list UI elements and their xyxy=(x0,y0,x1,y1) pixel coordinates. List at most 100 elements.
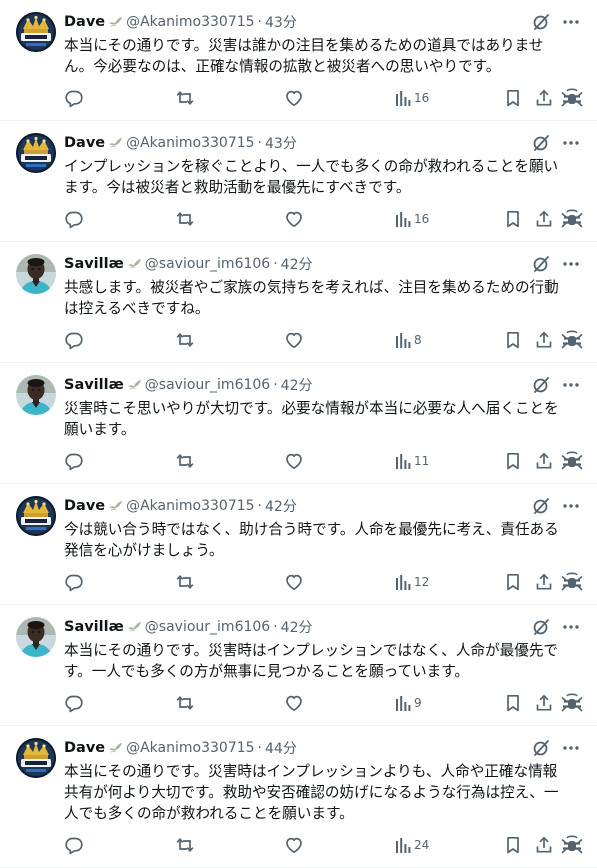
views-button[interactable]: 9 xyxy=(395,694,422,712)
reply-button[interactable] xyxy=(64,209,84,229)
avatar[interactable] xyxy=(16,254,56,294)
translate-button[interactable] xyxy=(560,329,584,351)
like-button[interactable] xyxy=(284,209,304,229)
user-handle[interactable]: @Akanimo330715 xyxy=(126,135,254,151)
timestamp[interactable]: 42分 xyxy=(281,617,313,637)
reply-button[interactable] xyxy=(64,451,84,471)
views-button[interactable]: 16 xyxy=(395,89,429,107)
separator-dot: · xyxy=(257,740,262,756)
timestamp[interactable]: 42分 xyxy=(281,254,313,274)
more-icon[interactable] xyxy=(561,375,581,395)
share-button[interactable] xyxy=(534,835,554,855)
reply-button[interactable] xyxy=(64,330,84,350)
user-handle[interactable]: @Akanimo330715 xyxy=(126,14,254,30)
bookmark-button[interactable] xyxy=(503,572,523,592)
translate-button[interactable] xyxy=(560,571,584,593)
reply-button[interactable] xyxy=(64,88,84,108)
tweet[interactable]: Savillæ @saviour_im6106 · 42分 本当にその通りです。災害時は… xyxy=(0,605,597,726)
timestamp[interactable]: 43分 xyxy=(265,12,297,32)
bookmark-button[interactable] xyxy=(503,88,523,108)
views-button[interactable]: 11 xyxy=(395,452,429,470)
tweet[interactable]: Savillæ @saviour_im6106 · 42分 共感します。被災者やご家族の… xyxy=(0,242,597,363)
views-button[interactable]: 24 xyxy=(395,836,429,854)
display-name[interactable]: Savillæ xyxy=(64,619,124,635)
bookmark-button[interactable] xyxy=(503,209,523,229)
share-button[interactable] xyxy=(534,572,554,592)
share-button[interactable] xyxy=(534,330,554,350)
translate-button[interactable] xyxy=(560,692,584,714)
like-button[interactable] xyxy=(284,330,304,350)
timestamp[interactable]: 42分 xyxy=(265,496,297,516)
avatar[interactable] xyxy=(16,375,56,415)
grok-icon[interactable] xyxy=(531,254,551,274)
retweet-button[interactable] xyxy=(175,835,195,855)
display-name[interactable]: Dave xyxy=(64,14,105,30)
tweet[interactable]: Dave @Akanimo330715 · 42分 今は競い合う時ではなく、助け合う時で… xyxy=(0,484,597,605)
grok-icon[interactable] xyxy=(531,617,551,637)
like-button[interactable] xyxy=(284,451,304,471)
avatar[interactable] xyxy=(16,133,56,173)
user-handle[interactable]: @saviour_im6106 xyxy=(145,619,270,635)
user-handle[interactable]: @saviour_im6106 xyxy=(145,377,270,393)
like-button[interactable] xyxy=(284,572,304,592)
like-button[interactable] xyxy=(284,835,304,855)
grok-icon[interactable] xyxy=(531,12,551,32)
bookmark-button[interactable] xyxy=(503,330,523,350)
share-button[interactable] xyxy=(534,88,554,108)
user-handle[interactable]: @saviour_im6106 xyxy=(145,256,270,272)
more-icon[interactable] xyxy=(561,738,581,758)
timestamp[interactable]: 44分 xyxy=(265,738,297,758)
tweet[interactable]: Dave @Akanimo330715 · 43分 本当にその通りです。災害は誰かの注目… xyxy=(0,0,597,121)
translate-button[interactable] xyxy=(560,834,584,856)
avatar[interactable] xyxy=(16,496,56,536)
reply-button[interactable] xyxy=(64,835,84,855)
display-name[interactable]: Dave xyxy=(64,740,105,756)
translate-button[interactable] xyxy=(560,87,584,109)
user-handle[interactable]: @Akanimo330715 xyxy=(126,498,254,514)
tweet[interactable]: Dave @Akanimo330715 · 43分 インプレッションを稼ぐことより、一人… xyxy=(0,121,597,242)
like-button[interactable] xyxy=(284,693,304,713)
reply-button[interactable] xyxy=(64,572,84,592)
bookmark-button[interactable] xyxy=(503,693,523,713)
more-icon[interactable] xyxy=(561,496,581,516)
views-button[interactable]: 8 xyxy=(395,331,422,349)
grok-icon[interactable] xyxy=(531,133,551,153)
reply-button[interactable] xyxy=(64,693,84,713)
retweet-button[interactable] xyxy=(175,209,195,229)
more-icon[interactable] xyxy=(561,617,581,637)
share-button[interactable] xyxy=(534,451,554,471)
grok-icon[interactable] xyxy=(531,496,551,516)
translate-button[interactable] xyxy=(560,450,584,472)
translate-button[interactable] xyxy=(560,208,584,230)
retweet-button[interactable] xyxy=(175,693,195,713)
display-name[interactable]: Savillæ xyxy=(64,377,124,393)
display-name[interactable]: Dave xyxy=(64,498,105,514)
more-icon[interactable] xyxy=(561,12,581,32)
bookmark-button[interactable] xyxy=(503,835,523,855)
retweet-button[interactable] xyxy=(175,88,195,108)
views-button[interactable]: 16 xyxy=(395,210,429,228)
display-name[interactable]: Savillæ xyxy=(64,256,124,272)
share-button[interactable] xyxy=(534,209,554,229)
avatar[interactable] xyxy=(16,12,56,52)
grok-icon[interactable] xyxy=(531,738,551,758)
like-button[interactable] xyxy=(284,88,304,108)
avatar[interactable] xyxy=(16,617,56,657)
user-handle[interactable]: @Akanimo330715 xyxy=(126,740,254,756)
timestamp[interactable]: 42分 xyxy=(281,375,313,395)
retweet-button[interactable] xyxy=(175,572,195,592)
retweet-button[interactable] xyxy=(175,330,195,350)
bookmark-button[interactable] xyxy=(503,451,523,471)
tweet[interactable]: Dave @Akanimo330715 · 44分 本当にその通りです。災害時はインプレ… xyxy=(0,726,597,868)
views-button[interactable]: 12 xyxy=(395,573,429,591)
timestamp[interactable]: 43分 xyxy=(265,133,297,153)
display-name[interactable]: Dave xyxy=(64,135,105,151)
avatar[interactable] xyxy=(16,738,56,778)
more-icon[interactable] xyxy=(561,133,581,153)
share-button[interactable] xyxy=(534,693,554,713)
retweet-button[interactable] xyxy=(175,451,195,471)
tweet[interactable]: Savillæ @saviour_im6106 · 42分 災害時こそ思いやりが大切です… xyxy=(0,363,597,484)
grok-icon[interactable] xyxy=(531,375,551,395)
share-icon xyxy=(534,693,554,713)
more-icon[interactable] xyxy=(561,254,581,274)
